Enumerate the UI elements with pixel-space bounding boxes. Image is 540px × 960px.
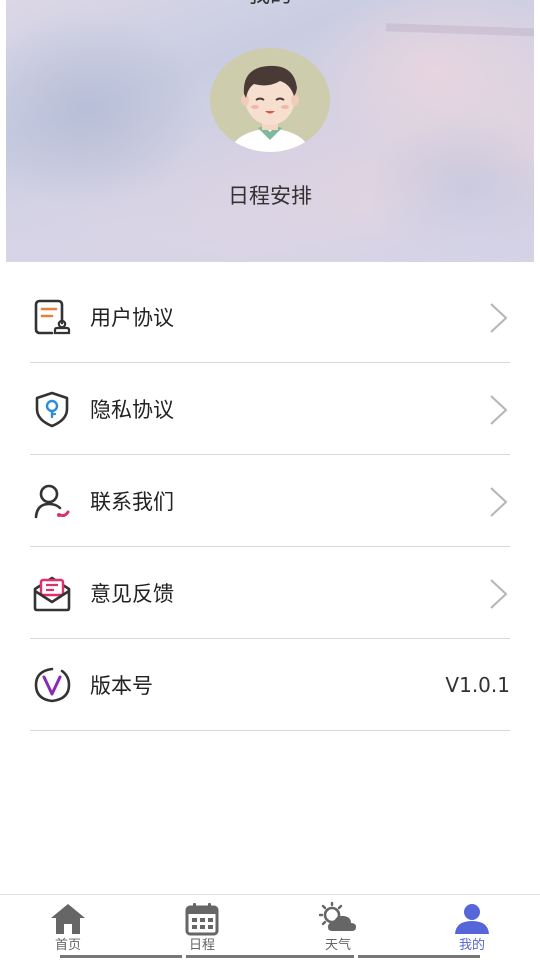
menu-item-label: 版本号 (90, 673, 153, 698)
bottom-tab-bar: 首页 日程 天气 我的 (0, 894, 540, 960)
calendar-icon (185, 903, 219, 936)
tab-divider (60, 955, 182, 958)
home-icon (51, 904, 85, 934)
tab-label: 首页 (54, 938, 81, 953)
weather-icon (318, 901, 356, 931)
profile-header: 我的 日程安排 (6, 0, 534, 262)
chevron-right-icon (488, 485, 510, 519)
tab-mine[interactable]: 我的 (422, 901, 522, 957)
chevron-right-icon (488, 577, 510, 611)
privacy-shield-icon (30, 387, 74, 431)
settings-menu: 用户协议 隐私协议 联系我们 意见反馈 版本号 V1.0.1 (30, 271, 510, 731)
menu-item-label: 用户协议 (90, 305, 174, 330)
menu-item-version: 版本号 V1.0.1 (30, 639, 510, 731)
user-agreement-icon (30, 295, 74, 339)
chevron-right-icon (488, 301, 510, 335)
menu-item-privacy-agreement[interactable]: 隐私协议 (30, 363, 510, 455)
menu-item-contact-us[interactable]: 联系我们 (30, 455, 510, 547)
version-v-icon (30, 663, 74, 707)
tab-label: 日程 (188, 938, 215, 953)
username: 日程安排 (228, 184, 312, 208)
tab-divider (358, 955, 480, 958)
contact-person-icon (30, 479, 74, 523)
menu-item-label: 意见反馈 (90, 581, 174, 606)
profile-icon (455, 904, 489, 934)
tab-label: 天气 (324, 938, 351, 953)
avatar[interactable] (210, 48, 330, 152)
menu-item-label: 隐私协议 (90, 397, 174, 422)
menu-item-user-agreement[interactable]: 用户协议 (30, 271, 510, 363)
feedback-mail-icon (30, 571, 74, 615)
tab-label: 我的 (458, 938, 485, 953)
chevron-right-icon (488, 393, 510, 427)
version-number: V1.0.1 (445, 672, 510, 697)
page-title: 我的 (6, 0, 534, 6)
tab-divider (186, 955, 354, 958)
tab-schedule[interactable]: 日程 (152, 901, 252, 957)
tab-home[interactable]: 首页 (18, 901, 118, 957)
menu-item-label: 联系我们 (90, 489, 174, 514)
tab-weather[interactable]: 天气 (288, 901, 388, 957)
avatar-illustration (210, 48, 330, 152)
menu-item-feedback[interactable]: 意见反馈 (30, 547, 510, 639)
